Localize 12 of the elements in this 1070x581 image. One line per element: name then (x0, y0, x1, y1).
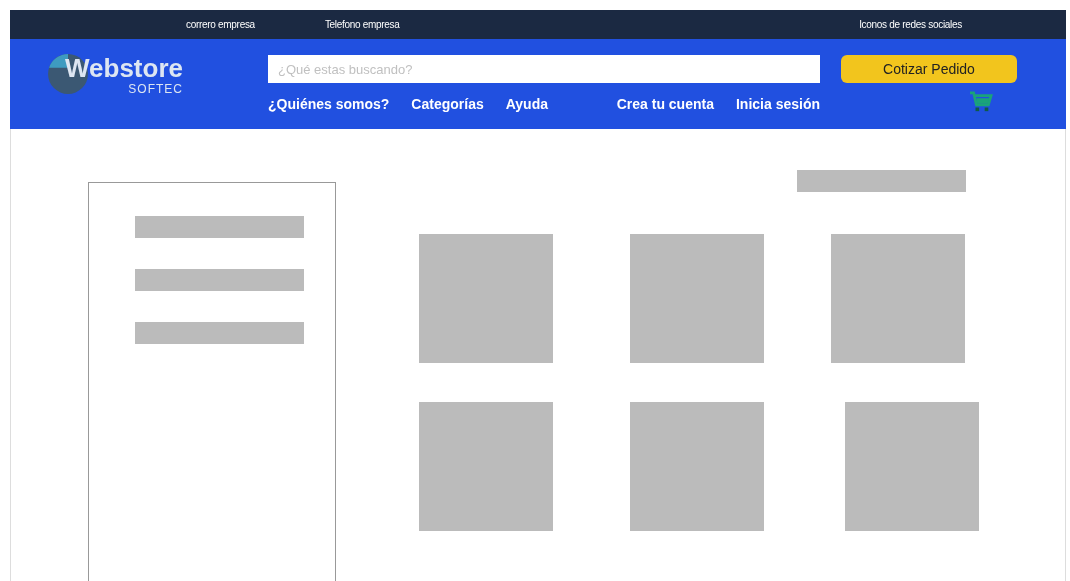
search-field[interactable]: ¿Qué estas buscando? (268, 55, 820, 83)
logo-tagline: SOFTEC (128, 83, 183, 95)
quote-button[interactable]: Cotizar Pedido (841, 55, 1017, 83)
nav-link[interactable]: Categorías (411, 96, 484, 112)
company-email: correro empresa (186, 19, 255, 30)
nav-link[interactable]: Ayuda (505, 96, 548, 112)
account-link[interactable]: Crea tu cuenta (616, 96, 714, 112)
account-link[interactable]: Inicia sesión (735, 96, 820, 112)
company-phone: Telefono empresa (324, 19, 400, 30)
cart-icon[interactable] (969, 91, 993, 113)
nav-link[interactable]: ¿Quiénes somos? (268, 96, 390, 112)
social-icons-label: Iconos de redes sociales (859, 19, 962, 30)
